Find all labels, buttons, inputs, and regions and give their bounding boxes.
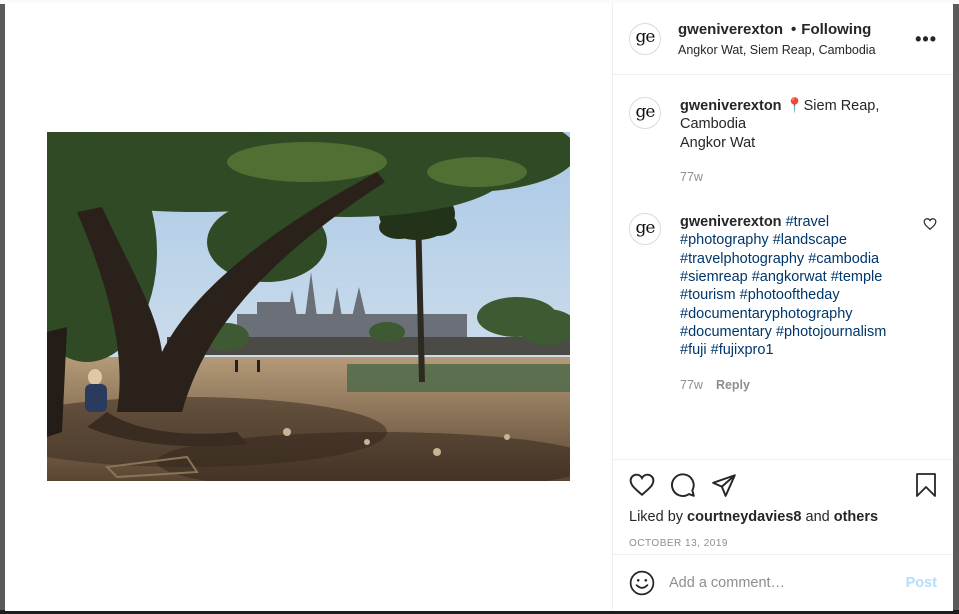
hashtag-link[interactable]: #travelphotography [680,251,804,267]
avatar-text: ge [635,217,656,238]
comment-input[interactable] [669,575,906,591]
comment-like-heart-icon[interactable] [923,217,937,231]
bookmark-icon[interactable] [914,472,938,498]
caption-text: gweniverexton 📍Siem Reap, Cambodia Angko… [680,97,905,152]
hashtag-link[interactable]: #photojournalism [776,324,886,340]
hashtag-link[interactable]: #angkorwat [752,269,827,285]
hashtag-link[interactable]: #tourism [680,287,736,303]
comment-meta: 77w Reply [680,376,905,394]
separator-dot: • [791,20,797,38]
post-header: ge gweniverexton • Following Angkor Wat,… [613,3,953,75]
username-link[interactable]: gweniverexton [678,21,783,38]
avatar-text: ge [635,27,656,47]
username-link[interactable]: gweniverexton [680,214,782,230]
post-button[interactable]: Post [906,575,937,591]
action-bar: Liked by courtneydavies8 and others OCTO… [613,459,953,554]
location-link[interactable]: Angkor Wat, Siem Reap, Cambodia [678,43,876,57]
header-line: gweniverexton • Following [678,21,876,38]
hashtag-link[interactable]: #cambodia [808,251,879,267]
avatar[interactable]: ge [629,22,661,55]
following-button[interactable]: Following [801,21,871,38]
hashtag-link[interactable]: #siemreap [680,269,748,285]
smiley-icon[interactable] [629,570,655,596]
action-icons [629,470,939,500]
post-modal: ge gweniverexton • Following Angkor Wat,… [5,3,953,611]
heart-icon[interactable] [629,472,655,498]
comment-age[interactable]: 77w [680,168,703,186]
post-date[interactable]: OCTOBER 13, 2019 [629,538,939,549]
avatar[interactable]: ge [629,213,661,246]
reply-button[interactable]: Reply [716,376,750,394]
post-media [5,3,613,611]
hashtag-link[interactable]: #temple [831,269,883,285]
liked-others-link[interactable]: others [834,509,878,525]
avatar-text: ge [635,101,656,122]
comment-meta: 77w [680,168,905,186]
caption-line1: Siem Reap, [803,98,880,114]
add-comment-bar: Post [613,554,953,611]
comment-body: gweniverexton #travel #photography #land… [680,213,905,394]
hashtag-comment: ge gweniverexton #travel #photography #l… [629,213,939,394]
post-sidebar: ge gweniverexton • Following Angkor Wat,… [613,3,953,611]
liked-and: and [801,509,834,525]
avatar[interactable]: ge [629,97,661,129]
username-link[interactable]: gweniverexton [680,98,782,114]
comments-section: ge gweniverexton 📍Siem Reap, Cambodia An… [613,75,953,459]
hashtag-link[interactable]: #documentary [680,324,772,340]
hashtag-link[interactable]: #fujixpro1 [711,342,774,358]
pin-icon: 📍 [785,98,804,114]
caption-line2: Cambodia [680,116,747,133]
more-options-icon[interactable]: ••• [915,29,937,50]
likes-summary: Liked by courtneydavies8 and others [629,509,939,525]
angkor-wat-photo [47,132,570,481]
liked-user-link[interactable]: courtneydavies8 [687,509,801,525]
hashtag-link[interactable]: #documentaryphotography [680,306,853,322]
liked-prefix: Liked by [629,509,688,525]
header-text: gweniverexton • Following Angkor Wat, Si… [678,21,876,57]
hashtag-link[interactable]: #fuji [680,342,707,358]
hashtag-link[interactable]: #landscape [773,232,847,248]
comment-icon[interactable] [670,472,696,498]
caption-line3: Angkor Wat [680,134,756,151]
post-photo[interactable] [47,132,570,481]
comment-body: gweniverexton 📍Siem Reap, Cambodia Angko… [680,97,905,186]
caption-comment: ge gweniverexton 📍Siem Reap, Cambodia An… [629,97,939,186]
comment-text: gweniverexton #travel #photography #land… [680,213,905,359]
hashtag-link[interactable]: #photography [680,232,769,248]
hashtag-link[interactable]: #photooftheday [740,287,840,303]
comment-age[interactable]: 77w [680,376,703,394]
share-icon[interactable] [711,472,737,498]
hashtag-link[interactable]: #travel [786,214,830,230]
